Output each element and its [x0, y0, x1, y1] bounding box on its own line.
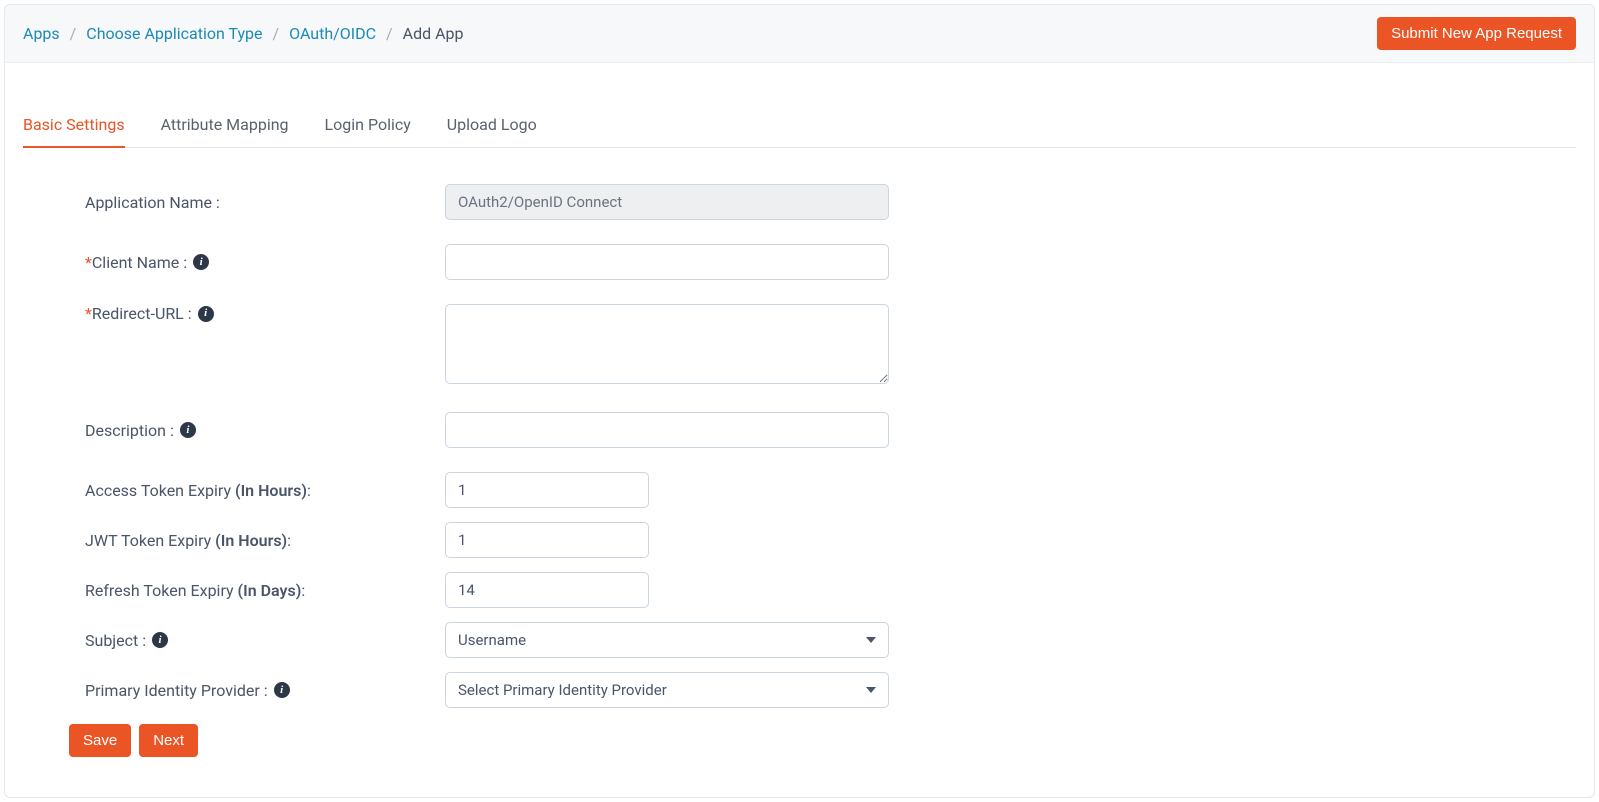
redirect-url-textarea[interactable]	[445, 304, 889, 384]
client-name-label: *Client Name : i	[85, 253, 445, 272]
access-token-expiry-input[interactable]	[445, 472, 649, 508]
submit-new-app-request-button[interactable]: Submit New App Request	[1377, 17, 1576, 50]
description-label: Description : i	[85, 421, 445, 440]
application-name-input	[445, 184, 889, 220]
jwt-token-expiry-label: JWT Token Expiry (In Hours):	[85, 531, 445, 550]
jwt-token-expiry-input[interactable]	[445, 522, 649, 558]
info-icon[interactable]: i	[198, 306, 214, 322]
info-icon[interactable]: i	[193, 254, 209, 270]
next-button[interactable]: Next	[139, 724, 198, 757]
tab-attribute-mapping[interactable]: Attribute Mapping	[161, 107, 289, 148]
description-input[interactable]	[445, 412, 889, 448]
breadcrumb-sep: /	[70, 24, 77, 43]
info-icon[interactable]: i	[152, 632, 168, 648]
primary-idp-select[interactable]: Select Primary Identity Provider	[445, 672, 889, 708]
tabs: Basic Settings Attribute Mapping Login P…	[23, 107, 1576, 148]
client-name-input[interactable]	[445, 244, 889, 280]
info-icon[interactable]: i	[274, 682, 290, 698]
breadcrumb-sep: /	[273, 24, 280, 43]
subject-label: Subject : i	[85, 631, 445, 650]
breadcrumb-choose-app-type[interactable]: Choose Application Type	[86, 24, 262, 43]
subject-select[interactable]: Username	[445, 622, 889, 658]
breadcrumb: Apps / Choose Application Type / OAuth/O…	[23, 24, 464, 43]
breadcrumb-oauth-oidc[interactable]: OAuth/OIDC	[289, 24, 376, 43]
breadcrumb-add-app: Add App	[403, 24, 464, 43]
refresh-token-expiry-label: Refresh Token Expiry (In Days):	[85, 581, 445, 600]
breadcrumb-sep: /	[386, 24, 393, 43]
breadcrumb-apps[interactable]: Apps	[23, 24, 60, 43]
primary-idp-label: Primary Identity Provider : i	[85, 681, 445, 700]
tab-upload-logo[interactable]: Upload Logo	[447, 107, 537, 148]
redirect-url-label: *Redirect-URL : i	[85, 304, 445, 323]
access-token-expiry-label: Access Token Expiry (In Hours):	[85, 481, 445, 500]
refresh-token-expiry-input[interactable]	[445, 572, 649, 608]
save-button[interactable]: Save	[69, 724, 131, 757]
tab-login-policy[interactable]: Login Policy	[325, 107, 411, 148]
tab-basic-settings[interactable]: Basic Settings	[23, 107, 125, 148]
application-name-label: Application Name :	[85, 193, 445, 212]
info-icon[interactable]: i	[180, 422, 196, 438]
